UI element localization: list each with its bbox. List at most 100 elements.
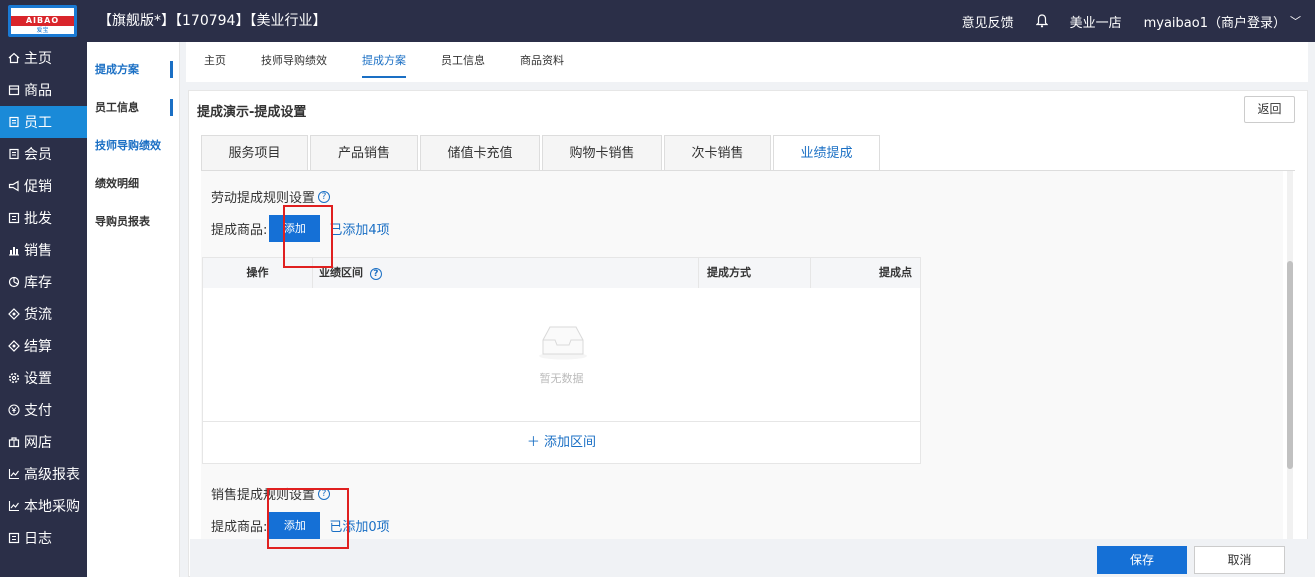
sidebar-item-staff[interactable]: 员工 [0, 106, 87, 138]
sidebar-item-settlement[interactable]: 结算 [0, 330, 87, 362]
subside-item-label: 提成方案 [95, 63, 139, 76]
page-title: 提成演示-提成设置 [197, 105, 307, 120]
chevron-down-icon: ﹀ [1290, 15, 1301, 28]
sidebar-item-label: 库存 [24, 275, 52, 291]
member-icon [8, 148, 20, 160]
tab-stored-card-recharge[interactable]: 储值卡充值 [420, 135, 540, 170]
subside-item-guide-report[interactable]: 导购员报表 [87, 203, 179, 241]
sidebar-item-label: 促销 [24, 179, 52, 195]
goods-icon [8, 84, 20, 96]
labor-section-title: 劳动提成规则设置 ? [211, 187, 331, 206]
sub-sidebar: 提成方案 员工信息 技师导购绩效 绩效明细 导购员报表 [87, 42, 180, 577]
promotion-icon [8, 180, 20, 192]
gear-icon [8, 372, 20, 384]
goods-label: 提成商品: [211, 223, 268, 238]
sidebar-item-sales[interactable]: 销售 [0, 234, 87, 266]
tab-performance-commission[interactable]: 业绩提成 [773, 135, 880, 171]
sidebar-item-goods[interactable]: 商品 [0, 74, 87, 106]
add-range-button[interactable]: ＋ 添加区间 [203, 423, 920, 463]
empty-text: 暂无数据 [539, 372, 584, 385]
content-scrollbar[interactable] [1287, 171, 1293, 539]
sidebar-item-home[interactable]: 主页 [0, 42, 87, 74]
labor-added-link[interactable]: 已添加4项 [329, 219, 389, 238]
sidebar-item-log[interactable]: 日志 [0, 522, 87, 554]
tab-tech-performance[interactable]: 技师导购绩效 [261, 42, 327, 82]
active-marker [170, 61, 173, 78]
commission-settings-panel: 提成演示-提成设置 返回 服务项目 产品销售 储值卡充值 购物卡销售 次卡销售 … [188, 90, 1308, 577]
tab-count-card-sales[interactable]: 次卡销售 [664, 135, 771, 170]
bell-icon[interactable] [1035, 14, 1048, 28]
aibao-logo[interactable]: AIBAO 爱宝 [8, 5, 77, 37]
subside-item-commission-plan[interactable]: 提成方案 [87, 51, 179, 89]
inventory-icon [8, 276, 20, 288]
sidebar-item-logistics[interactable]: 货流 [0, 298, 87, 330]
commission-tabs: 服务项目 产品销售 储值卡充值 购物卡销售 次卡销售 业绩提成 [201, 135, 882, 171]
sidebar-item-label: 主页 [24, 51, 52, 67]
sidebar-item-label: 本地采购 [24, 499, 80, 515]
save-button[interactable]: 保存 [1097, 546, 1187, 574]
tab-goods-info[interactable]: 商品资料 [520, 42, 564, 82]
sidebar-item-label: 会员 [24, 147, 52, 163]
tab-shopping-card-sales[interactable]: 购物卡销售 [542, 135, 662, 170]
sidebar-item-label: 高级报表 [24, 467, 80, 483]
tab-content: 劳动提成规则设置 ? 提成商品: 添加 已添加4项 操作 业绩区间 ? 提成方式… [201, 171, 1283, 539]
sidebar-item-label: 支付 [24, 403, 52, 419]
sidebar-item-inventory[interactable]: 库存 [0, 266, 87, 298]
commission-range-table: 操作 业绩区间 ? 提成方式 提成点 暂无数据 ＋ 添加区间 [202, 257, 921, 464]
yen-icon [8, 404, 20, 416]
subside-item-label: 导购员报表 [95, 215, 150, 228]
help-icon[interactable]: ? [369, 268, 382, 280]
tab-home[interactable]: 主页 [204, 42, 226, 82]
col-points: 提成点 [879, 266, 912, 279]
sidebar-item-label: 结算 [24, 339, 52, 355]
help-icon[interactable]: ? [318, 190, 331, 203]
sidebar-item-shop[interactable]: 网店 [0, 426, 87, 458]
sidebar-item-label: 网店 [24, 435, 52, 451]
store-name[interactable]: 美业一店 [1070, 12, 1122, 31]
header-actions: 意见反馈 美业一店 myaibao1（商户登录） ﹀ [940, 0, 1301, 42]
sidebar-item-wholesale[interactable]: 批发 [0, 202, 87, 234]
sidebar-item-label: 销售 [24, 243, 52, 259]
sidebar-item-label: 设置 [24, 371, 52, 387]
sidebar-item-label: 批发 [24, 211, 52, 227]
page-tabs: 主页 技师导购绩效 提成方案 员工信息 商品资料 [186, 42, 1308, 82]
home-icon [8, 52, 20, 64]
subside-item-staff-info[interactable]: 员工信息 [87, 89, 179, 127]
sidebar-item-payment[interactable]: 支付 [0, 394, 87, 426]
store-title: 【旗舰版*】【170794】【美业行业】 [98, 13, 327, 29]
col-method: 提成方式 [699, 258, 811, 288]
sidebar-item-promotion[interactable]: 促销 [0, 170, 87, 202]
sidebar-item-label: 员工 [24, 115, 52, 131]
highlight-box [267, 488, 349, 549]
sidebar-item-label: 货流 [24, 307, 52, 323]
cancel-button[interactable]: 取消 [1194, 546, 1285, 574]
back-button[interactable]: 返回 [1244, 96, 1295, 123]
tab-commission-plan[interactable]: 提成方案 [362, 42, 406, 82]
tab-service-items[interactable]: 服务项目 [201, 135, 308, 170]
goods-label: 提成商品: [211, 520, 268, 535]
account-name: myaibao1（商户登录） [1143, 15, 1286, 31]
logistics-icon [8, 308, 20, 320]
tab-product-sales[interactable]: 产品销售 [310, 135, 418, 170]
subside-item-label: 绩效明细 [95, 177, 139, 190]
account-menu[interactable]: myaibao1（商户登录） ﹀ [1144, 12, 1301, 31]
wholesale-icon [8, 212, 20, 224]
feedback-link[interactable]: 意见反馈 [962, 12, 1014, 31]
active-marker [170, 99, 173, 116]
scrollbar-thumb[interactable] [1287, 261, 1293, 469]
shop-icon [8, 436, 20, 448]
empty-state: 暂无数据 [203, 288, 920, 422]
top-bar: AIBAO 爱宝 【旗舰版*】【170794】【美业行业】 意见反馈 美业一店 … [0, 0, 1315, 42]
sales-icon [8, 244, 20, 256]
sidebar-item-member[interactable]: 会员 [0, 138, 87, 170]
subside-item-label: 技师导购绩效 [95, 139, 161, 152]
tab-staff-info[interactable]: 员工信息 [441, 42, 485, 82]
log-icon [8, 532, 20, 544]
sidebar-item-report[interactable]: 高级报表 [0, 458, 87, 490]
subside-item-label: 员工信息 [95, 101, 139, 114]
subside-item-performance-detail[interactable]: 绩效明细 [87, 165, 179, 203]
sidebar-item-settings[interactable]: 设置 [0, 362, 87, 394]
sidebar-item-purchase[interactable]: 本地采购 [0, 490, 87, 522]
sidebar-item-label: 日志 [24, 531, 52, 547]
subside-item-tech-performance[interactable]: 技师导购绩效 [87, 127, 179, 165]
